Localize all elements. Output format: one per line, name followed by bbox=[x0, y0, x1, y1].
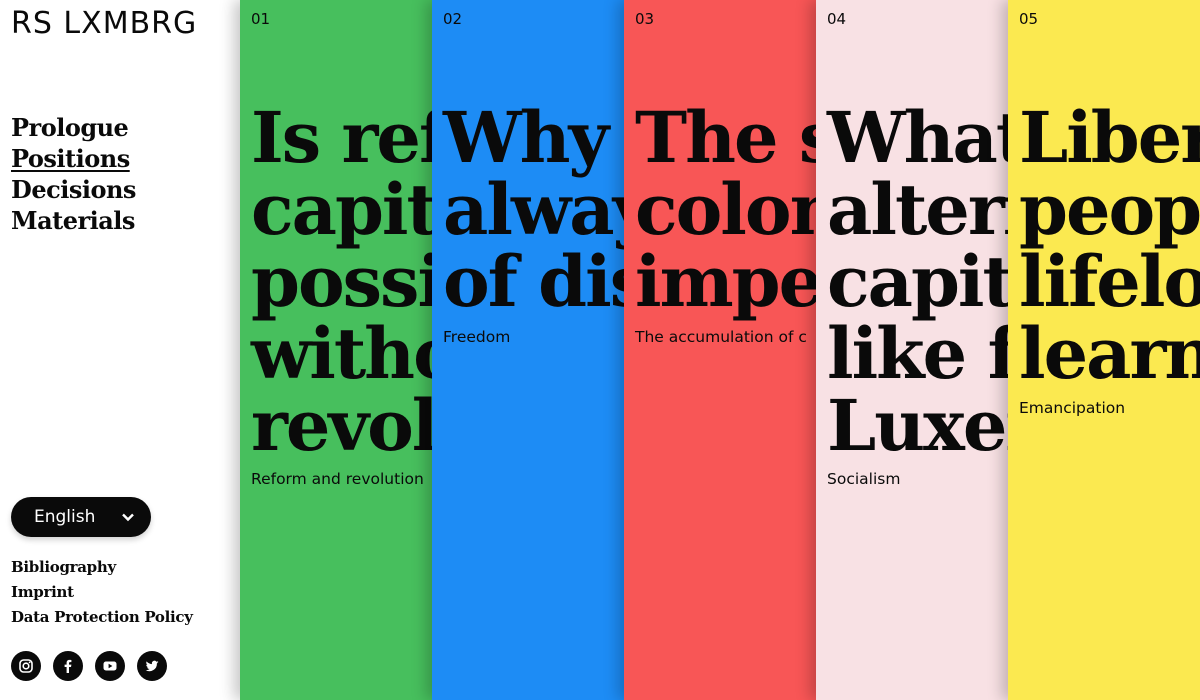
footer-link-imprint[interactable]: Imprint bbox=[11, 580, 193, 605]
chevron-down-icon bbox=[122, 513, 134, 522]
position-panel-01[interactable]: 01 Is refocapitapossilwithorevolu Reform… bbox=[240, 0, 432, 700]
site-logo[interactable]: RS LXMBRG bbox=[11, 6, 197, 41]
position-panel-04[interactable]: 04 Whatalterncapitalike foLuxen Socialis… bbox=[816, 0, 1008, 700]
panel-topic: Freedom bbox=[443, 328, 511, 346]
panel-topic: Emancipation bbox=[1019, 399, 1126, 417]
main-nav: Prologue Positions Decisions Materials bbox=[11, 112, 136, 236]
position-panel-05[interactable]: 05 Liberapeopllifelonlearni Emancipation bbox=[1008, 0, 1200, 700]
panel-question: Liberapeopllifelonlearni bbox=[1019, 96, 1200, 395]
social-links bbox=[11, 651, 167, 681]
youtube-button[interactable] bbox=[95, 651, 125, 681]
position-panel-02[interactable]: 02 Why ialwayof dis Freedom bbox=[432, 0, 624, 700]
panel-topic: Reform and revolution bbox=[251, 470, 424, 488]
panel-question: Is refocapitapossilwithorevolu bbox=[251, 96, 432, 467]
panel-number: 02 bbox=[443, 10, 463, 28]
panel-number: 04 bbox=[827, 10, 847, 28]
nav-decisions[interactable]: Decisions bbox=[11, 174, 136, 205]
position-panel-03[interactable]: 03 The socolonimper The accumulation of … bbox=[624, 0, 816, 700]
instagram-button[interactable] bbox=[11, 651, 41, 681]
facebook-button[interactable] bbox=[53, 651, 83, 681]
language-label: English bbox=[34, 507, 96, 527]
instagram-icon bbox=[19, 659, 33, 673]
panel-topic: Socialism bbox=[827, 470, 901, 488]
panel-question: Whatalterncapitalike foLuxen bbox=[827, 96, 1008, 467]
youtube-icon bbox=[103, 661, 117, 671]
footer-link-data-protection[interactable]: Data Protection Policy bbox=[11, 605, 193, 630]
nav-positions[interactable]: Positions bbox=[11, 143, 136, 174]
panel-number: 01 bbox=[251, 10, 271, 28]
twitter-icon bbox=[145, 660, 159, 672]
twitter-button[interactable] bbox=[137, 651, 167, 681]
panel-question: Why ialwayof dis bbox=[443, 96, 624, 323]
nav-materials[interactable]: Materials bbox=[11, 205, 136, 236]
footer-link-bibliography[interactable]: Bibliography bbox=[11, 555, 193, 580]
nav-prologue[interactable]: Prologue bbox=[11, 112, 136, 143]
panel-question: The socolonimper bbox=[635, 96, 816, 323]
footer-nav: Bibliography Imprint Data Protection Pol… bbox=[11, 555, 193, 630]
facebook-icon bbox=[64, 659, 72, 673]
panel-topic: The accumulation of c bbox=[635, 328, 807, 346]
panel-number: 05 bbox=[1019, 10, 1039, 28]
sidebar: RS LXMBRG Prologue Positions Decisions M… bbox=[0, 0, 240, 700]
language-select[interactable]: English bbox=[11, 497, 151, 537]
panel-number: 03 bbox=[635, 10, 655, 28]
